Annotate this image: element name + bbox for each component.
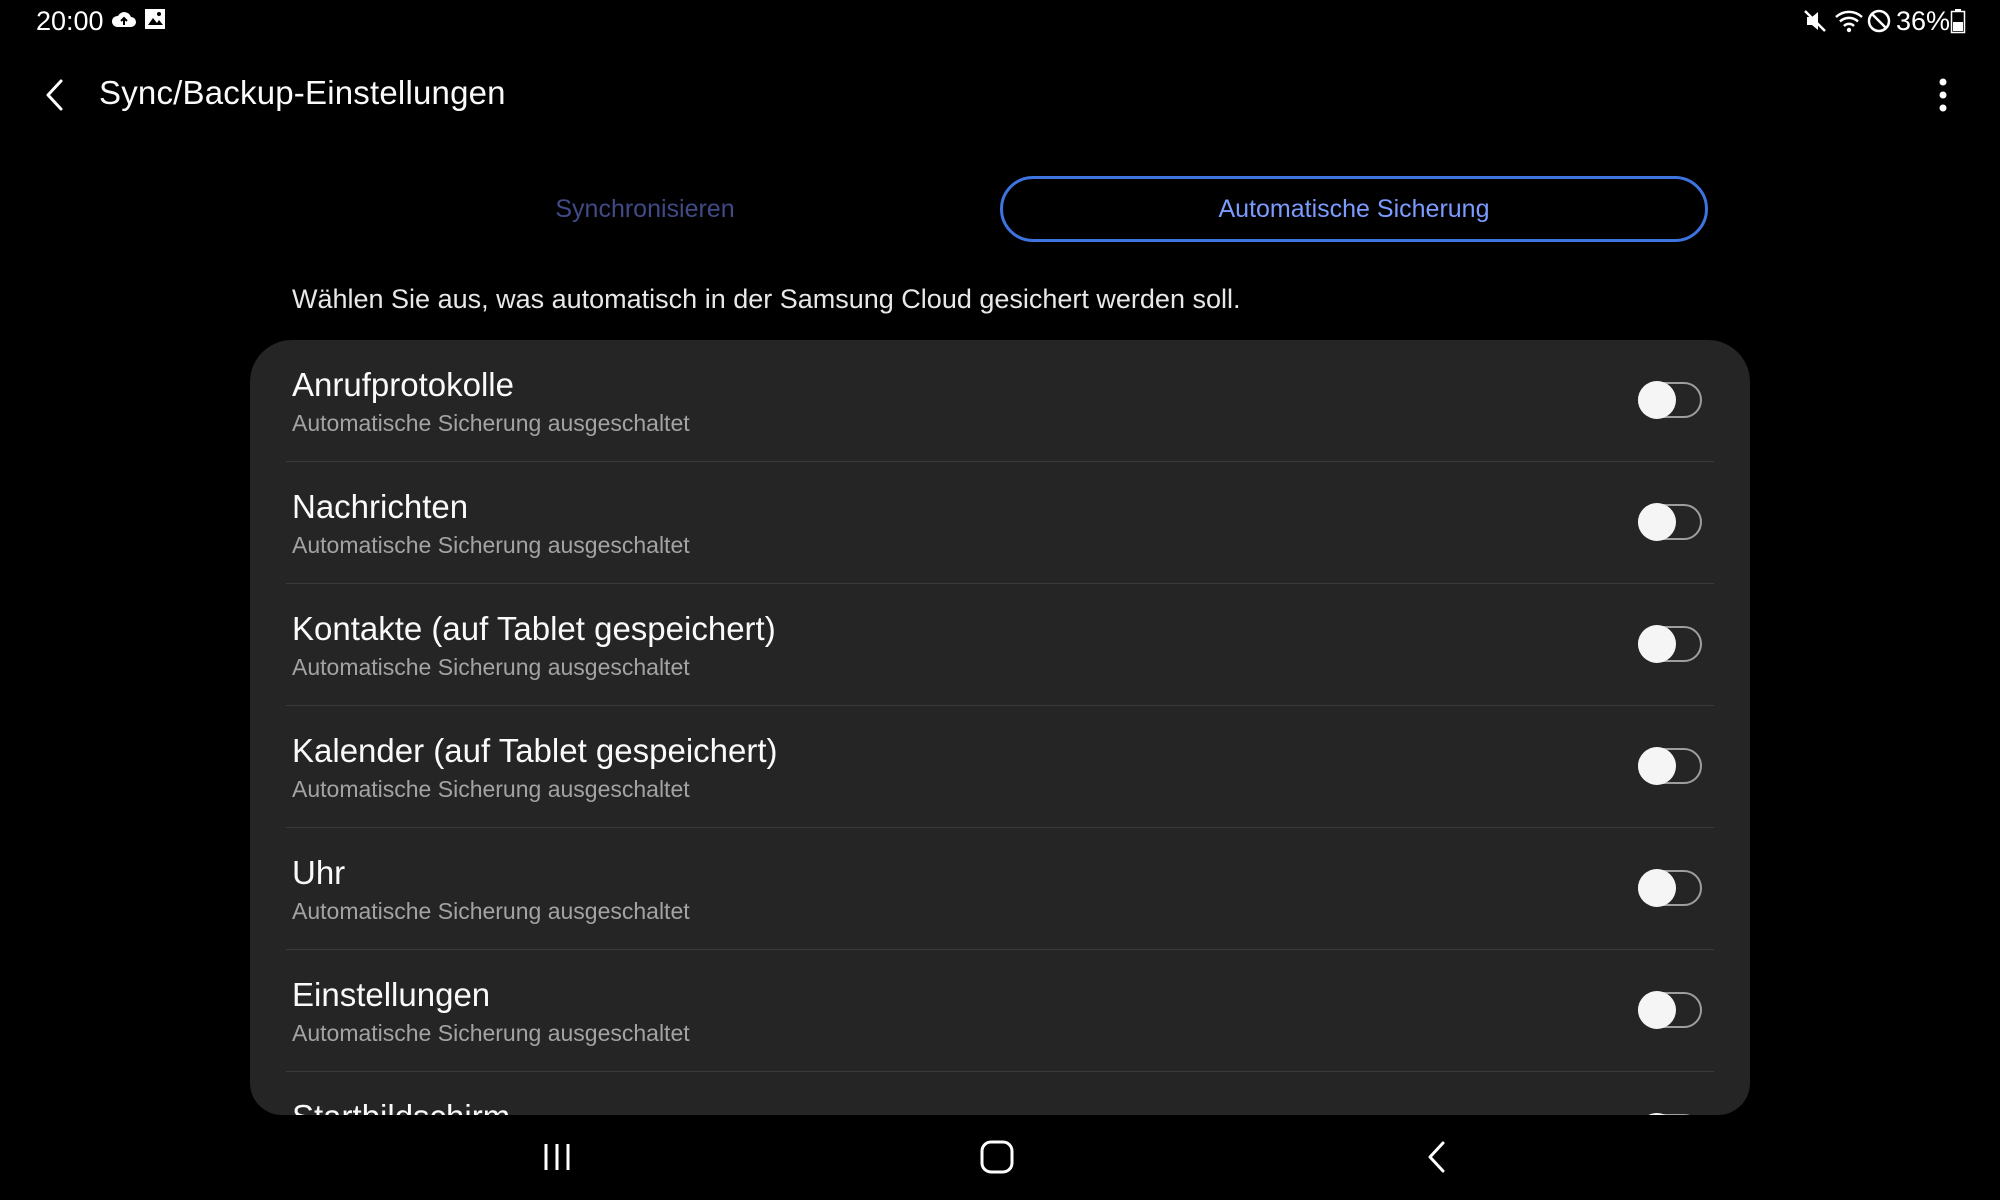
backup-items-list: Anrufprotokolle Automatische Sicherung a…	[250, 340, 1750, 1115]
tab-bar: Synchronisieren Automatische Sicherung	[250, 176, 1750, 242]
backup-toggle[interactable]	[1638, 625, 1702, 663]
item-title: Nachrichten	[292, 488, 469, 525]
list-item-einstellungen[interactable]: Einstellungen Automatische Sicherung aus…	[250, 950, 1750, 1072]
screen: 20:00 36% Sync/Backup-Einstellungen Sync…	[0, 0, 2000, 1200]
wifi-icon	[1834, 8, 1864, 34]
toggle-knob	[1638, 503, 1676, 541]
backup-toggle[interactable]	[1638, 991, 1702, 1029]
backup-toggle[interactable]	[1638, 747, 1702, 785]
home-icon	[980, 1140, 1014, 1174]
more-options-icon	[1939, 78, 1947, 112]
toggle-knob	[1638, 991, 1676, 1029]
list-item-anrufprotokolle[interactable]: Anrufprotokolle Automatische Sicherung a…	[250, 340, 1750, 462]
item-subtitle: Automatische Sicherung ausgeschaltet	[292, 410, 690, 436]
item-title: Kontakte (auf Tablet gespeichert)	[292, 610, 776, 647]
tab-automatische-sicherung[interactable]: Automatische Sicherung	[1000, 176, 1708, 242]
backup-toggle[interactable]	[1638, 869, 1702, 907]
more-options-button[interactable]	[1918, 70, 1968, 120]
item-subtitle: Automatische Sicherung ausgeschaltet	[292, 654, 690, 680]
item-title: Einstellungen	[292, 976, 491, 1013]
toggle-knob	[1638, 869, 1676, 907]
toggle-knob	[1638, 747, 1676, 785]
battery-icon	[1950, 8, 1966, 34]
toggle-knob	[1638, 625, 1676, 663]
item-title: Anrufprotokolle	[292, 366, 514, 403]
status-time: 20:00	[36, 6, 104, 36]
recent-apps-button[interactable]	[522, 1127, 592, 1187]
back-icon	[1428, 1141, 1445, 1173]
description-text: Wählen Sie aus, was automatisch in der S…	[292, 284, 1241, 314]
navigation-bar	[0, 1115, 2000, 1200]
recent-apps-icon	[544, 1144, 570, 1170]
image-icon	[144, 8, 166, 30]
item-subtitle: Automatische Sicherung ausgeschaltet	[292, 1020, 690, 1046]
backup-toggle[interactable]	[1638, 381, 1702, 419]
status-bar: 20:00 36%	[0, 0, 2000, 44]
mute-icon	[1802, 8, 1828, 34]
app-bar: Sync/Backup-Einstellungen	[0, 60, 2000, 130]
item-subtitle: Automatische Sicherung ausgeschaltet	[292, 898, 690, 924]
battery-percentage: 36%	[1896, 6, 1951, 36]
page-title: Sync/Backup-Einstellungen	[99, 74, 506, 111]
list-item-startbildschirm[interactable]: Startbildschirm	[250, 1072, 1750, 1115]
back-button[interactable]	[30, 70, 80, 120]
back-arrow-icon	[46, 79, 63, 111]
home-button[interactable]	[962, 1127, 1032, 1187]
do-not-disturb-icon	[1866, 8, 1892, 34]
list-item-kontakte[interactable]: Kontakte (auf Tablet gespeichert) Automa…	[250, 584, 1750, 706]
toggle-knob	[1638, 381, 1676, 419]
list-item-nachrichten[interactable]: Nachrichten Automatische Sicherung ausge…	[250, 462, 1750, 584]
nav-back-button[interactable]	[1402, 1127, 1472, 1187]
tab-synchronisieren[interactable]: Synchronisieren	[250, 176, 1040, 242]
item-title: Kalender (auf Tablet gespeichert)	[292, 732, 778, 769]
item-title: Startbildschirm	[292, 1098, 510, 1115]
list-item-uhr[interactable]: Uhr Automatische Sicherung ausgeschaltet	[250, 828, 1750, 950]
item-subtitle: Automatische Sicherung ausgeschaltet	[292, 776, 690, 802]
list-item-kalender[interactable]: Kalender (auf Tablet gespeichert) Automa…	[250, 706, 1750, 828]
item-title: Uhr	[292, 854, 346, 891]
backup-toggle[interactable]	[1638, 503, 1702, 541]
cloud-sync-icon	[110, 8, 138, 30]
item-subtitle: Automatische Sicherung ausgeschaltet	[292, 532, 690, 558]
